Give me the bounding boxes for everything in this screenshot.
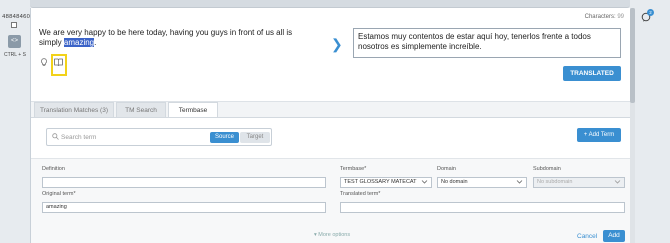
segment-gutter: 4884846054 <> CTRL + S [0, 8, 37, 243]
notification-badge: 2 [647, 9, 654, 16]
subdomain-select: No subdomain [533, 177, 625, 188]
termbase-label: Termbase* [340, 166, 367, 172]
add-term-button[interactable]: + Add Term [577, 128, 621, 142]
tab-translation-matches[interactable]: Translation Matches (3) [34, 102, 114, 117]
more-options-label: More options [318, 232, 351, 238]
translated-button[interactable]: TRANSLATED [563, 66, 621, 81]
tab-tm-search[interactable]: TM Search [116, 102, 166, 117]
right-rail: 2 [635, 8, 670, 243]
subdomain-label: Subdomain [533, 166, 561, 172]
segment-editor: Characters: 99 We are very happy to be h… [30, 8, 631, 243]
domain-label: Domain [437, 166, 456, 172]
original-term-label: Original term* [42, 191, 76, 197]
original-term-field[interactable]: amazing [42, 202, 326, 213]
source-text-post: . [94, 38, 97, 47]
add-term-form: Definition Termbase* TEST GLOSSARY MATEC… [31, 158, 631, 243]
shortcut-hint: CTRL + S [4, 52, 26, 58]
target-editor[interactable]: Estamos muy contentos de estar aquí hoy,… [353, 28, 621, 58]
source-selected-term[interactable]: amazing [63, 38, 95, 47]
copy-source-button[interactable]: <> [8, 35, 21, 48]
scope-target-button[interactable]: Target [240, 132, 270, 143]
domain-select[interactable]: No domain [437, 177, 527, 188]
scope-source-button[interactable]: Source [210, 132, 239, 143]
source-text[interactable]: We are very happy to be here today, havi… [39, 28, 314, 48]
definition-label: Definition [42, 166, 65, 172]
characters-count: 99 [617, 14, 624, 20]
top-strip [30, 0, 630, 8]
glossary-highlight-frame [51, 54, 67, 76]
chevron-down-icon [421, 179, 428, 189]
search-icon [52, 133, 59, 142]
matches-panel: Translation Matches (3) TM Search Termba… [31, 101, 631, 243]
term-search-box: Source Target [46, 128, 272, 146]
chevron-right-icon: ❯ [331, 36, 343, 52]
tab-termbase[interactable]: Termbase [168, 102, 218, 117]
lightbulb-icon[interactable] [39, 57, 49, 67]
more-options-toggle[interactable]: ▾ More options [314, 232, 350, 238]
characters-label: Characters: [584, 14, 616, 20]
add-button[interactable]: Add [603, 230, 625, 242]
subdomain-value: No subdomain [537, 179, 573, 185]
termbase-value: TEST GLOSSARY MATECAT [344, 179, 417, 185]
definition-field[interactable] [42, 177, 326, 188]
segment-checkbox[interactable] [11, 22, 17, 28]
term-search-input[interactable] [61, 131, 201, 143]
termbase-select[interactable]: TEST GLOSSARY MATECAT [340, 177, 432, 188]
cancel-button[interactable]: Cancel [577, 233, 597, 240]
termbase-content: Source Target + Add Term Definition Term… [31, 117, 631, 243]
chevron-down-icon [614, 179, 621, 189]
copy-source-icon: <> [10, 38, 18, 44]
characters-counter: Characters: 99 [585, 14, 624, 20]
caret-down-icon: ▾ [314, 232, 317, 238]
domain-value: No domain [441, 179, 468, 185]
translated-term-label: Translated term* [340, 191, 381, 197]
chevron-down-icon [516, 179, 523, 189]
translated-term-field[interactable] [340, 202, 625, 213]
